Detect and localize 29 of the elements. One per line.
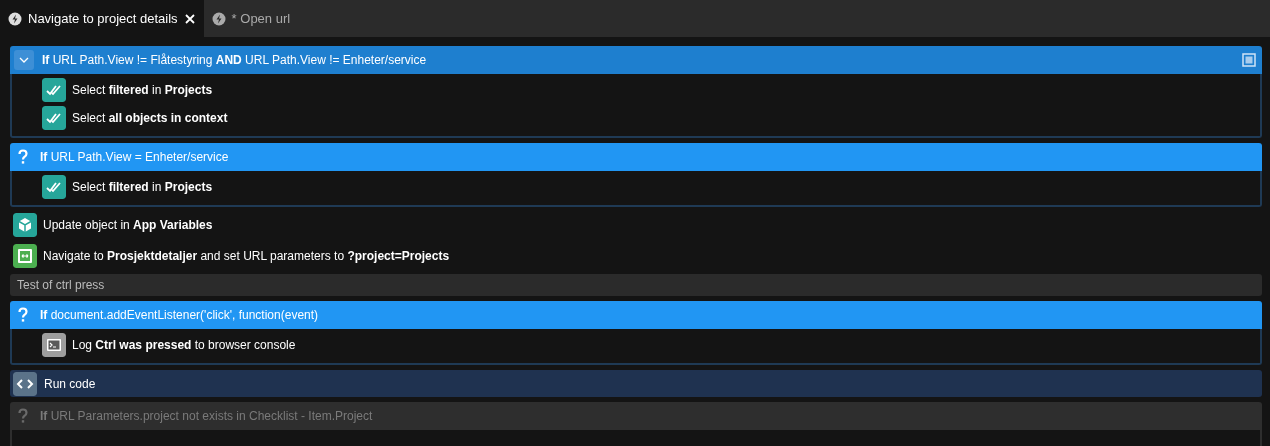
double-check-icon — [42, 106, 66, 130]
condition-header[interactable]: If URL Path.View != Flåtestyring AND URL Path.View != Enheter/service — [10, 46, 1262, 74]
condition-text: If URL Parameters.project not exists in Checklist - Item.Project — [40, 409, 374, 423]
action-text: Run code — [44, 376, 96, 391]
action-text: Select filtered in Projects — [72, 180, 213, 194]
comment-bar: Test of ctrl press — [10, 274, 1262, 296]
arrows-icon — [13, 244, 37, 268]
action-text: Select all objects in context — [72, 111, 228, 125]
collapse-button[interactable] — [14, 50, 34, 70]
condition-header[interactable]: If document.addEventListener('click', function(event) — [10, 301, 1262, 329]
condition-header[interactable]: If URL Path.View = Enheter/service — [10, 143, 1262, 171]
terminal-icon — [42, 333, 66, 357]
cube-icon — [13, 213, 37, 237]
close-icon — [183, 12, 196, 25]
action-text: Log Ctrl was pressed to browser console — [72, 338, 296, 352]
condition-text: If document.addEventListener('click', function(event) — [40, 308, 320, 322]
condition-text: If URL Path.View = Enheter/service — [40, 150, 230, 164]
code-block[interactable]: Run code — [10, 370, 1262, 397]
double-check-icon — [42, 78, 66, 102]
action-text: Select filtered in Projects — [72, 83, 213, 97]
lightning-icon — [8, 11, 22, 26]
code-icon — [13, 371, 37, 396]
tab[interactable]: Navigate to project details — [0, 0, 204, 37]
lightning-icon — [211, 11, 226, 26]
action-text: Navigate to Prosjektdetaljer and set URL parameters to ?project=Projects — [43, 249, 450, 263]
panel-icon — [1242, 53, 1256, 67]
double-check-icon — [42, 175, 66, 199]
condition-text: If URL Path.View != Flåtestyring AND URL Path.View != Enheter/service — [42, 53, 428, 67]
action-text: Update object in App Variables — [43, 218, 213, 232]
